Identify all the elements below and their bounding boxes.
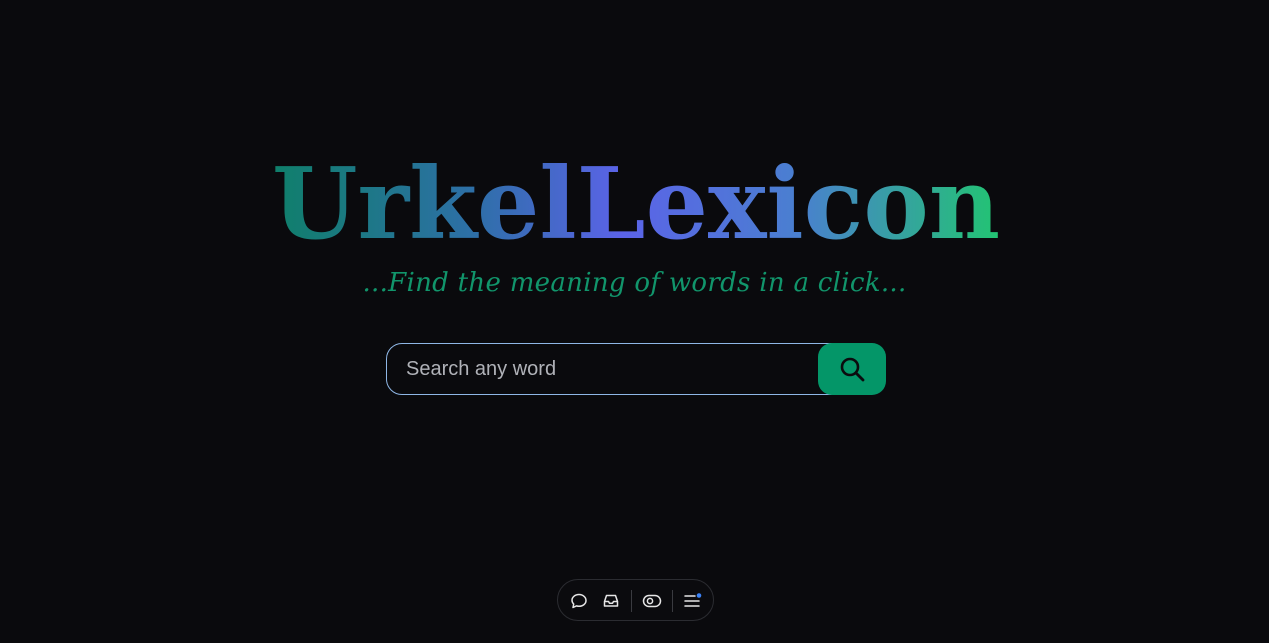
- toggle-visibility-icon: [642, 594, 662, 608]
- bottom-toolbar: [557, 579, 714, 621]
- search-icon: [840, 357, 865, 382]
- logo-text: UrkelLexicon: [272, 150, 1000, 250]
- toolbar-divider: [631, 590, 632, 612]
- inbox-icon: [603, 594, 619, 607]
- logo: UrkelLexicon: [270, 150, 1002, 250]
- comment-icon: [571, 593, 587, 609]
- search-button[interactable]: [818, 343, 886, 395]
- search-bar: [386, 343, 886, 395]
- visibility-toggle-button[interactable]: [640, 589, 664, 613]
- inbox-button[interactable]: [599, 589, 623, 613]
- menu-icon: [684, 593, 702, 607]
- page: UrkelLexicon ...Find the meaning of word…: [0, 0, 1269, 643]
- comment-button[interactable]: [567, 589, 591, 613]
- tagline: ...Find the meaning of words in a click.…: [362, 268, 907, 298]
- menu-button[interactable]: [681, 589, 705, 613]
- search-input[interactable]: [406, 344, 816, 394]
- notification-dot: [696, 593, 702, 598]
- toolbar-divider: [672, 590, 673, 612]
